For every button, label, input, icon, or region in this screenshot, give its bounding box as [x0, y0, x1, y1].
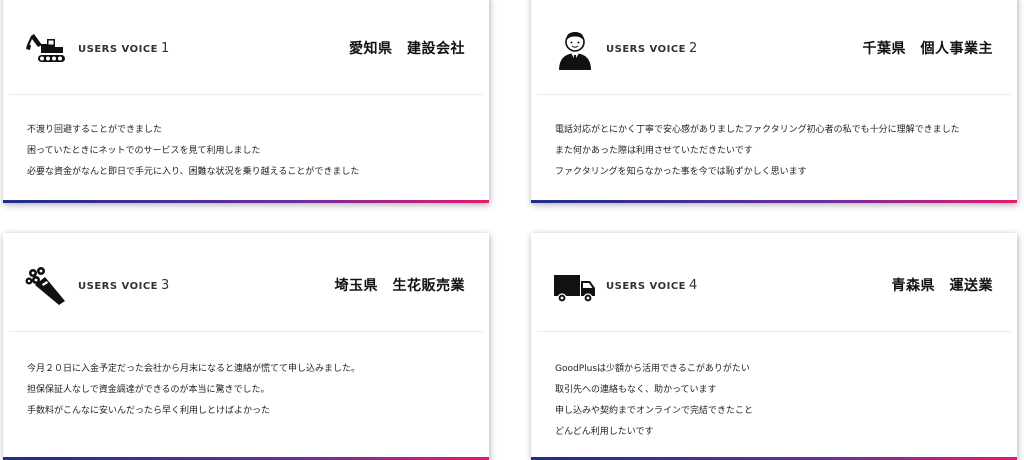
voice-label: USERS VOICE 2: [606, 41, 698, 56]
card-body: 不渡り回避することができました 困っていたときにネットでのサービスを見て利用しま…: [3, 95, 489, 183]
card-header: USERS VOICE 1 愛知県 建設会社: [9, 0, 483, 95]
voice-text-line: どんどん利用したいです: [555, 427, 654, 437]
card-header: USERS VOICE 4 青森県 運送業: [537, 233, 1011, 332]
card-body: 今月２０日に入金予定だった会社から月末になると連絡が慌てて申し込みました。 担保…: [3, 332, 489, 422]
businessman-icon: [553, 30, 597, 70]
user-voice-card-4: USERS VOICE 4 青森県 運送業 GoodPlusは少額から活用できるこ…: [531, 233, 1017, 460]
card-body: GoodPlusは少額から活用できるこがありがたい 取引先への連絡もなく、助かっ…: [531, 332, 1017, 443]
gradient-bar: [3, 200, 489, 203]
region-title: 埼玉県 生花販売業: [334, 278, 465, 294]
voice-text-line: ファクタリングを知らなかった事を今では恥ずかしく思います: [555, 167, 807, 177]
card-body: 電話対応がとにかく丁寧で安心感がありましたファクタリング初心者の私でも十分に理解…: [531, 95, 1017, 183]
voice-text-line: 手数料がこんなに安いんだったら早く利用しとけばよかった: [27, 406, 271, 416]
voice-number: 2: [689, 41, 698, 56]
voice-text-line: 今月２０日に入金予定だった会社から月末になると連絡が慌てて申し込みました。: [27, 364, 361, 374]
voice-number: 4: [689, 278, 698, 293]
voice-text-line: GoodPlusは少額から活用できるこがありがたい: [555, 364, 750, 374]
voice-label: USERS VOICE 3: [78, 278, 170, 293]
user-voice-card-1: USERS VOICE 1 愛知県 建設会社 不渡り回避することができました 困っ…: [3, 0, 489, 203]
voice-number: 1: [161, 41, 170, 56]
voice-text-line: 申し込みや契約までオンラインで完結できたこと: [555, 406, 754, 416]
card-header: USERS VOICE 3 埼玉県 生花販売業: [9, 233, 483, 332]
voice-text-line: 困っていたときにネットでのサービスを見て利用しました: [27, 146, 261, 156]
card-header: USERS VOICE 2 千葉県 個人事業主: [537, 0, 1011, 95]
region-title: 愛知県 建設会社: [349, 41, 465, 57]
voice-text-line: 担保保証人なしで資金調達ができるのが本当に驚きでした。: [27, 385, 270, 395]
voice-text-line: 不渡り回避することができました: [27, 125, 163, 135]
region-title: 青森県 運送業: [891, 278, 993, 294]
flower-bouquet-icon: [25, 267, 69, 307]
voice-text-line: 取引先への連絡もなく、助かっています: [555, 385, 717, 395]
excavator-icon: [25, 30, 69, 70]
voice-label: USERS VOICE 1: [78, 41, 170, 56]
voice-label: USERS VOICE 4: [606, 278, 698, 293]
user-voice-card-3: USERS VOICE 3 埼玉県 生花販売業 今月２０日に入金予定だった会社から…: [3, 233, 489, 460]
gradient-bar: [531, 200, 1017, 203]
region-title: 千葉県 個人事業主: [862, 41, 993, 57]
voice-text-line: また何かあった際は利用させていただきたいです: [555, 146, 753, 156]
voice-text-line: 必要な資金がなんと即日で手元に入り、困難な状況を乗り越えることができました: [27, 167, 360, 177]
truck-icon: [553, 267, 597, 307]
voice-number: 3: [161, 278, 170, 293]
voice-text-line: 電話対応がとにかく丁寧で安心感がありましたファクタリング初心者の私でも十分に理解…: [555, 125, 960, 135]
user-voice-card-2: USERS VOICE 2 千葉県 個人事業主 電話対応がとにかく丁寧で安心感があ…: [531, 0, 1017, 203]
